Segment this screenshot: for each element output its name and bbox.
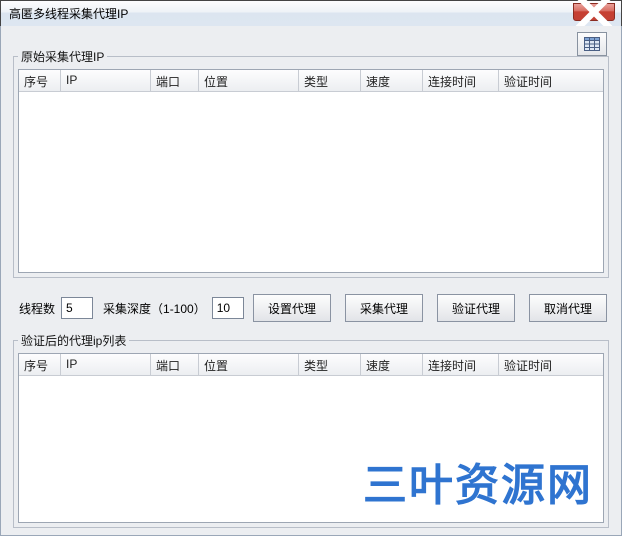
threads-label: 线程数	[19, 300, 55, 317]
listview-raw-header[interactable]: 序号 IP 端口 位置 类型 速度 连接时间 验证时间	[19, 70, 603, 92]
col-header[interactable]: 端口	[151, 354, 199, 375]
collect-proxy-button[interactable]: 采集代理	[345, 294, 423, 322]
col-header[interactable]: 位置	[199, 70, 299, 91]
col-header[interactable]: 速度	[361, 70, 423, 91]
listview-verified-body[interactable]	[19, 376, 603, 522]
col-header[interactable]: 验证时间	[499, 70, 603, 91]
group-raw-proxy: 原始采集代理IP 序号 IP 端口 位置 类型 速度 连接时间 验证时间	[13, 48, 609, 278]
col-header[interactable]: 序号	[19, 354, 61, 375]
close-button[interactable]	[573, 3, 615, 21]
listview-verified-header[interactable]: 序号 IP 端口 位置 类型 速度 连接时间 验证时间	[19, 354, 603, 376]
col-header[interactable]: IP	[61, 70, 151, 91]
col-header[interactable]: IP	[61, 354, 151, 375]
col-header[interactable]: 验证时间	[499, 354, 603, 375]
col-header[interactable]: 位置	[199, 354, 299, 375]
cancel-proxy-button[interactable]: 取消代理	[529, 294, 607, 322]
col-header[interactable]: 端口	[151, 70, 199, 91]
group-verified-proxy: 验证后的代理ip列表 序号 IP 端口 位置 类型 速度 连接时间 验证时间	[13, 332, 609, 528]
group-raw-proxy-legend: 原始采集代理IP	[18, 48, 107, 65]
client-area: 原始采集代理IP 序号 IP 端口 位置 类型 速度 连接时间 验证时间 线程数…	[0, 26, 622, 536]
depth-input[interactable]	[212, 297, 244, 319]
window-title: 高匿多线程采集代理IP	[9, 5, 128, 22]
col-header[interactable]: 速度	[361, 354, 423, 375]
col-header[interactable]: 类型	[299, 354, 361, 375]
col-header[interactable]: 连接时间	[423, 354, 499, 375]
set-proxy-button[interactable]: 设置代理	[253, 294, 331, 322]
listview-raw[interactable]: 序号 IP 端口 位置 类型 速度 连接时间 验证时间	[18, 69, 604, 273]
col-header[interactable]: 类型	[299, 70, 361, 91]
depth-label: 采集深度（1-100）	[103, 300, 206, 317]
verify-proxy-button[interactable]: 验证代理	[437, 294, 515, 322]
col-header[interactable]: 连接时间	[423, 70, 499, 91]
listview-raw-body[interactable]	[19, 92, 603, 272]
title-bar: 高匿多线程采集代理IP	[1, 1, 621, 27]
threads-input[interactable]	[61, 297, 93, 319]
listview-verified[interactable]: 序号 IP 端口 位置 类型 速度 连接时间 验证时间	[18, 353, 604, 523]
group-verified-proxy-legend: 验证后的代理ip列表	[18, 332, 129, 349]
col-header[interactable]: 序号	[19, 70, 61, 91]
controls-row: 线程数 采集深度（1-100） 设置代理 采集代理 验证代理 取消代理	[13, 290, 609, 326]
